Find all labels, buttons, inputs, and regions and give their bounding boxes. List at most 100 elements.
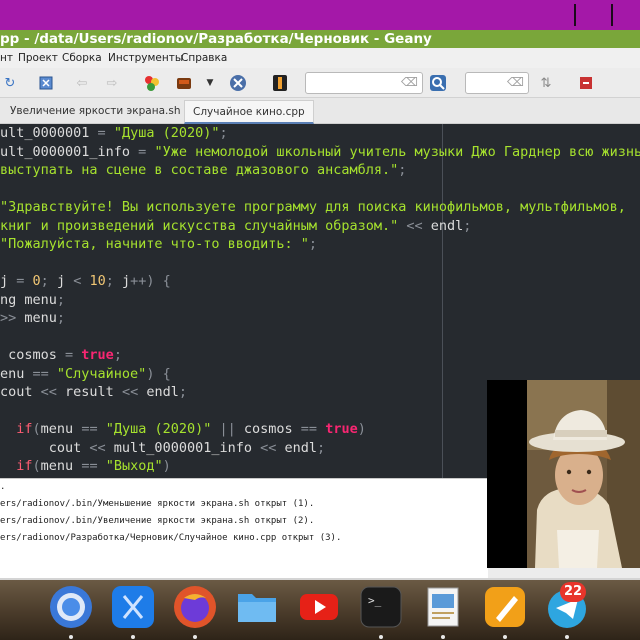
menu-item-build[interactable]: Сборка [62, 48, 102, 68]
youtube-icon[interactable] [294, 584, 344, 630]
forward-icon[interactable]: ⇨ [102, 73, 122, 93]
code-token: == [81, 421, 106, 437]
code-token: menu [24, 310, 57, 326]
xcode-icon[interactable] [108, 584, 158, 630]
chrome-icon[interactable] [46, 584, 96, 630]
code-token: true [325, 421, 358, 437]
close-file-icon[interactable] [36, 73, 56, 93]
goto-line-input[interactable]: ⌫ [465, 72, 529, 94]
code-token: ) [357, 421, 366, 437]
preview-icon[interactable] [418, 584, 468, 630]
running-indicator [69, 635, 73, 639]
code-token: j [0, 273, 17, 289]
code-token: << [89, 439, 114, 456]
menu-item-tools[interactable]: Инструменты [108, 48, 183, 68]
tab-random-movie[interactable]: Случайное кино.cpp [184, 100, 314, 124]
color-chooser-icon[interactable] [270, 73, 290, 93]
code-token: cosmos [243, 421, 301, 437]
code-token: << [121, 384, 147, 400]
code-token: << [398, 217, 431, 234]
code-token: выступать на сцене в составе джазового а… [0, 162, 399, 178]
dock: >_ 22 [0, 580, 640, 640]
running-indicator [565, 635, 569, 639]
code-token: cout [0, 384, 41, 400]
code-line: ng menu; [0, 291, 65, 310]
document-tabs: Увеличение яркости экрана.sh Случайное к… [0, 98, 640, 124]
code-token: mult_0000001_info [113, 439, 261, 456]
code-token: >> [0, 310, 25, 326]
clear-icon[interactable]: ⌫ [507, 75, 524, 89]
code-token: ; [56, 310, 66, 326]
code-token: if [16, 421, 33, 437]
menu-item-edit[interactable]: нт [0, 48, 13, 68]
panel-marker [574, 4, 576, 26]
pages-icon[interactable] [480, 584, 530, 630]
code-token: if [16, 458, 33, 474]
code-token: ult_0000001 [0, 125, 98, 141]
running-indicator [503, 635, 507, 639]
code-line: j = 0; j < 10; j++) { [0, 272, 171, 291]
code-token: true [81, 347, 114, 363]
code-token: ( [32, 458, 41, 474]
message-line: ers/radionov/Разработка/Черновик/Случайн… [0, 533, 342, 543]
message-line: ers/radionov/.bin/Уменьшение яркости экр… [0, 499, 315, 509]
message-line: ers/radionov/.bin/Увеличение яркости экр… [0, 516, 315, 526]
code-token: = [97, 125, 114, 141]
running-indicator [131, 635, 135, 639]
tab-brightness-up[interactable]: Увеличение яркости экрана.sh [2, 100, 189, 124]
message-line: . [0, 482, 6, 492]
code-line: ult_0000001_info = "Уже немолодой школьн… [0, 143, 640, 162]
code-line: if(menu == "Душа (2020)" || cosmos == tr… [0, 420, 366, 439]
code-token: "Случайное" [56, 365, 147, 382]
code-line: cosmos = true; [0, 346, 122, 365]
code-line: cout << mult_0000001_info << endl; [0, 439, 325, 458]
code-line: "Здравствуйте! Вы используете программу … [0, 198, 626, 217]
code-token: ( [32, 421, 41, 437]
panel-marker [611, 4, 613, 26]
code-token: ; [105, 273, 122, 289]
search-input[interactable]: ⌫ [305, 72, 423, 94]
menu-item-project[interactable]: Проект [18, 48, 58, 68]
code-line: выступать на сцене в составе джазового а… [0, 161, 406, 180]
code-line: >> menu; [0, 309, 65, 328]
long-line-marker [442, 124, 443, 478]
compile-icon[interactable] [142, 73, 162, 93]
chevron-down-icon[interactable]: ▼ [200, 73, 220, 93]
top-panel [0, 0, 640, 30]
code-token: enu [0, 365, 33, 382]
code-line: "Пожалуйста, начните что-то вводить: "; [0, 235, 317, 254]
build-icon[interactable] [174, 73, 194, 93]
running-indicator [379, 635, 383, 639]
code-token: ; [317, 439, 326, 456]
code-token: "Душа (2020)" [105, 421, 212, 437]
firefox-icon[interactable] [170, 584, 220, 630]
code-token: ; [178, 384, 187, 400]
back-icon[interactable]: ⇦ [72, 73, 92, 93]
code-token: ; [56, 291, 66, 308]
code-token: result [65, 384, 122, 400]
terminal-icon[interactable]: >_ [356, 584, 406, 630]
execute-icon[interactable] [228, 73, 248, 93]
goto-line-icon[interactable]: ⇅ [536, 73, 556, 93]
code-token: ; [308, 236, 317, 252]
video-thumbnail[interactable] [487, 380, 640, 568]
reload-icon[interactable]: ↻ [0, 73, 20, 93]
code-token: 0 [32, 273, 41, 289]
code-token: ) { [146, 365, 171, 382]
finder-folder-icon[interactable] [232, 584, 282, 630]
code-token: cosmos [0, 347, 66, 363]
quit-icon[interactable] [576, 73, 596, 93]
code-token: = [16, 273, 33, 289]
search-icon[interactable] [428, 73, 448, 93]
code-line: cout << result << endl; [0, 383, 187, 402]
code-token: << [40, 384, 66, 400]
running-indicator [441, 635, 445, 639]
code-token: == [32, 365, 57, 382]
code-token: < [73, 273, 90, 289]
code-token: endl [146, 384, 179, 400]
menu-item-help[interactable]: Справка [181, 48, 227, 68]
code-token: ++ [130, 273, 147, 289]
code-token: || [211, 421, 244, 437]
clear-icon[interactable]: ⌫ [401, 75, 418, 89]
